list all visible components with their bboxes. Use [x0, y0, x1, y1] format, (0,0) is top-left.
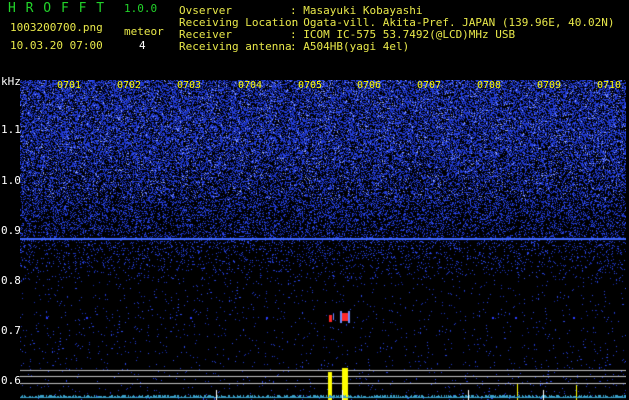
image-filename: 1003200700.png: [10, 21, 103, 34]
x-tick-label: 0706: [357, 80, 382, 91]
meteor-label: meteor: [124, 25, 164, 38]
x-tick-label: 0708: [477, 80, 502, 91]
spectrogram-waterfall: [20, 80, 626, 400]
date-time: 10.03.20 07:00: [10, 39, 103, 52]
x-tick-label: 0704: [238, 80, 263, 91]
antenna-value: : A504HB(yagi 4el): [290, 40, 410, 53]
y-tick-label: 1.0: [1, 174, 21, 187]
app-title: H R O F F T: [8, 1, 106, 16]
x-tick-label: 0710: [597, 80, 622, 91]
meteor-count: 4: [139, 39, 146, 52]
y-tick-label: 1.1: [1, 123, 21, 136]
x-tick-label: 0703: [177, 80, 202, 91]
y-tick-label: 0.9: [1, 224, 21, 237]
y-tick-label: 0.7: [1, 324, 21, 337]
x-tick-label: 0705: [298, 80, 323, 91]
y-tick-label: 0.8: [1, 274, 21, 287]
y-tick-label: 0.6: [1, 374, 21, 387]
x-tick-label: 0702: [117, 80, 142, 91]
y-axis-unit: kHz: [1, 75, 21, 88]
x-tick-label: 0701: [57, 80, 82, 91]
app-version: 1.0.0: [124, 2, 158, 15]
antenna-label: Receiving antenna: [179, 40, 292, 53]
x-tick-label: 0707: [417, 80, 442, 91]
x-tick-label: 0709: [537, 80, 562, 91]
